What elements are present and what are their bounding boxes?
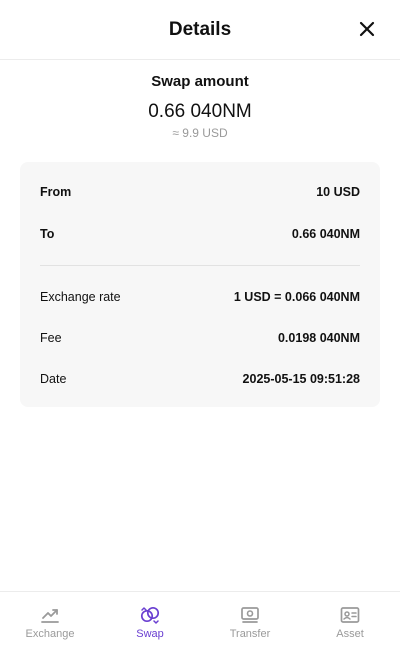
id-card-icon — [340, 607, 360, 623]
nav-item-swap[interactable]: Swap — [100, 592, 200, 651]
to-label: To — [40, 227, 55, 241]
to-value: 0.66 040NM — [291, 227, 360, 241]
swap-amount-approx: ≈ 9.9 USD — [172, 126, 228, 140]
nav-label-transfer: Transfer — [229, 628, 271, 640]
close-icon[interactable] — [358, 20, 376, 38]
divider — [40, 265, 360, 266]
from-value: 10 USD — [316, 185, 360, 199]
exchange-rate-row: Exchange rate 1 USD = 0.066 040NM — [40, 287, 360, 307]
header: Details — [0, 0, 400, 60]
exchange-rate-label: Exchange rate — [40, 290, 121, 304]
trend-up-icon — [41, 609, 59, 623]
date-label: Date — [40, 372, 67, 386]
to-row: To 0.66 040NM — [40, 224, 360, 244]
nav-item-asset[interactable]: Asset — [300, 592, 400, 651]
swap-details-screen: Details Swap amount 0.66 040NM ≈ 9.9 USD… — [0, 0, 400, 651]
exchange-rate-value: 1 USD = 0.066 040NM — [233, 290, 360, 304]
fee-row: Fee 0.0198 040NM — [40, 328, 360, 348]
from-label: From — [40, 185, 72, 199]
nav-item-transfer[interactable]: Transfer — [200, 592, 300, 651]
bottom-nav: Exchange Swap Transfer Asset — [0, 591, 400, 651]
nav-label-exchange: Exchange — [25, 628, 75, 640]
nav-label-asset: Asset — [336, 628, 364, 640]
swap-amount-value: 0.66 040NM — [148, 101, 252, 122]
details-card: From 10 USD To 0.66 040NM Exchange rate … — [20, 162, 380, 407]
fee-label: Fee — [40, 331, 62, 345]
nav-label-swap: Swap — [136, 628, 164, 640]
swap-icon — [140, 606, 160, 624]
swap-amount-label: Swap amount — [151, 73, 249, 90]
banknote-icon — [241, 607, 259, 623]
nav-item-exchange[interactable]: Exchange — [0, 592, 100, 651]
date-value: 2025-05-15 09:51:28 — [242, 372, 360, 386]
date-row: Date 2025-05-15 09:51:28 — [40, 369, 360, 389]
from-row: From 10 USD — [40, 182, 360, 202]
page-title: Details — [168, 19, 232, 40]
fee-value: 0.0198 040NM — [277, 331, 360, 345]
